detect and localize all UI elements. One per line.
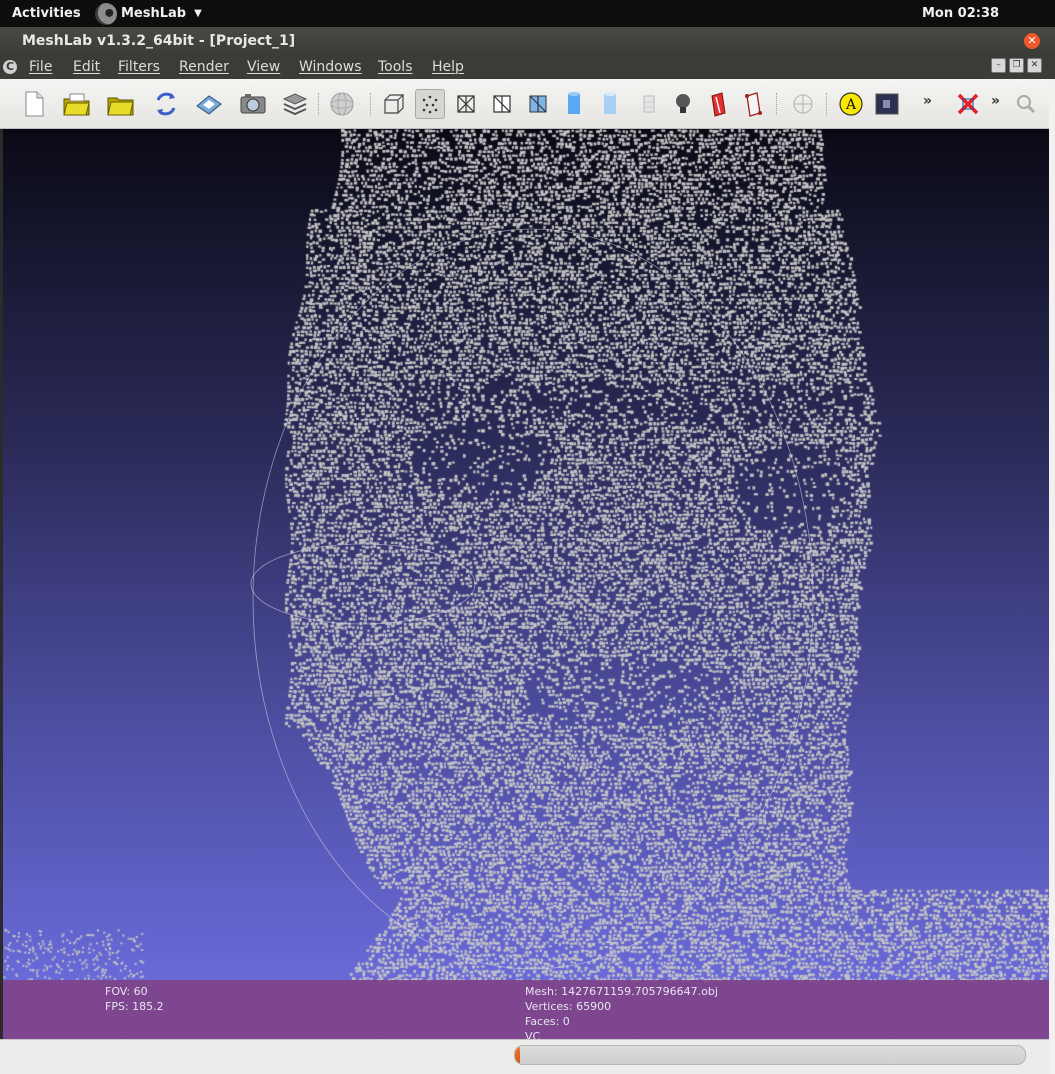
fps-readout: FPS: 185.2 (105, 1000, 164, 1013)
vertices-readout: Vertices: 65900 (525, 1000, 612, 1013)
toolbar-separator (318, 93, 320, 115)
texture-icon[interactable] (634, 89, 664, 119)
menu-tools[interactable]: Tools (378, 59, 413, 75)
wireframe-icon[interactable] (451, 89, 481, 119)
menu-help[interactable]: Help (432, 59, 464, 75)
flat-lines-icon[interactable] (523, 89, 553, 119)
window-title: MeshLab v1.3.2_64bit - [Project_1] (22, 33, 296, 49)
progress-fill (515, 1046, 521, 1064)
restore-icon[interactable]: ❐ (1009, 58, 1024, 73)
light-icon[interactable] (668, 89, 698, 119)
smooth-shading-icon[interactable] (595, 89, 625, 119)
fov-readout: FOV: 60 (105, 985, 148, 998)
mdi-window-buttons: – ❐ ✕ (991, 58, 1042, 73)
status-bar (0, 1039, 1049, 1074)
mesh-globe-icon[interactable] (788, 89, 818, 119)
points-icon[interactable] (415, 89, 445, 119)
delete-icon[interactable] (953, 89, 983, 119)
menu-file[interactable]: File (29, 59, 52, 75)
bounding-box-icon[interactable] (379, 89, 409, 119)
menu-edit[interactable]: Edit (73, 59, 100, 75)
color-icon[interactable] (703, 89, 733, 119)
raster-icon[interactable] (872, 89, 902, 119)
menu-windows[interactable]: Windows (299, 59, 362, 75)
layers-icon[interactable] (280, 89, 310, 119)
clock[interactable]: Mon 02:38 (922, 6, 999, 21)
sphere-icon[interactable] (327, 89, 357, 119)
caret-down-icon: ▼ (194, 8, 202, 19)
double-side-icon[interactable] (738, 89, 768, 119)
window-title-bar: MeshLab v1.3.2_64bit - [Project_1] ✕ (0, 27, 1055, 55)
menu-view[interactable]: View (247, 59, 280, 75)
toolbar-overflow-icon[interactable]: » (991, 93, 1000, 109)
system-top-bar: Activities MeshLab ▼ Mon 02:38 (0, 0, 1055, 27)
toolbar-overflow-icon[interactable]: » (923, 93, 932, 109)
reload-icon[interactable] (151, 89, 181, 119)
app-system-menu-icon[interactable]: C (3, 60, 17, 74)
annotation-icon[interactable]: A (836, 89, 866, 119)
trackball-gizmo (250, 228, 814, 970)
vertex-color-readout: VC (525, 1030, 541, 1039)
main-toolbar: A » » (0, 79, 1050, 129)
toolbar-separator (776, 93, 778, 115)
open-folder-icon[interactable] (62, 89, 92, 119)
app-menu[interactable]: MeshLab ▼ (95, 2, 202, 25)
faces-readout: Faces: 0 (525, 1015, 570, 1028)
save-snapshot-icon[interactable] (194, 89, 224, 119)
menu-bar: C File Edit Filters Render View Windows … (0, 55, 1055, 79)
hidden-lines-icon[interactable] (487, 89, 517, 119)
open-project-icon[interactable] (106, 89, 136, 119)
toolbar-separator (826, 93, 828, 115)
meshlab-logo-icon (95, 2, 117, 25)
activities-button[interactable]: Activities (12, 6, 81, 21)
background-window-edge (1049, 79, 1055, 1074)
search-icon[interactable] (1011, 89, 1041, 119)
app-menu-label: MeshLab (121, 6, 187, 21)
new-document-icon[interactable] (19, 89, 49, 119)
viewport-info-panel: FOV: 60 FPS: 185.2 Mesh: 1427671159.7057… (3, 980, 1049, 1039)
progress-bar (514, 1045, 1026, 1065)
close-icon[interactable]: ✕ (1027, 58, 1042, 73)
menu-render[interactable]: Render (179, 59, 229, 75)
3d-viewport[interactable]: FOV: 60 FPS: 185.2 Mesh: 1427671159.7057… (3, 129, 1049, 1039)
annotation-letter: A (845, 97, 857, 113)
flat-shading-icon[interactable] (559, 89, 589, 119)
close-window-icon[interactable]: ✕ (1024, 33, 1040, 49)
mesh-name-readout: Mesh: 1427671159.705796647.obj (525, 985, 718, 998)
minimize-icon[interactable]: – (991, 58, 1006, 73)
toolbar-separator (370, 93, 372, 115)
camera-snapshot-icon[interactable] (238, 89, 268, 119)
menu-filters[interactable]: Filters (118, 59, 160, 75)
